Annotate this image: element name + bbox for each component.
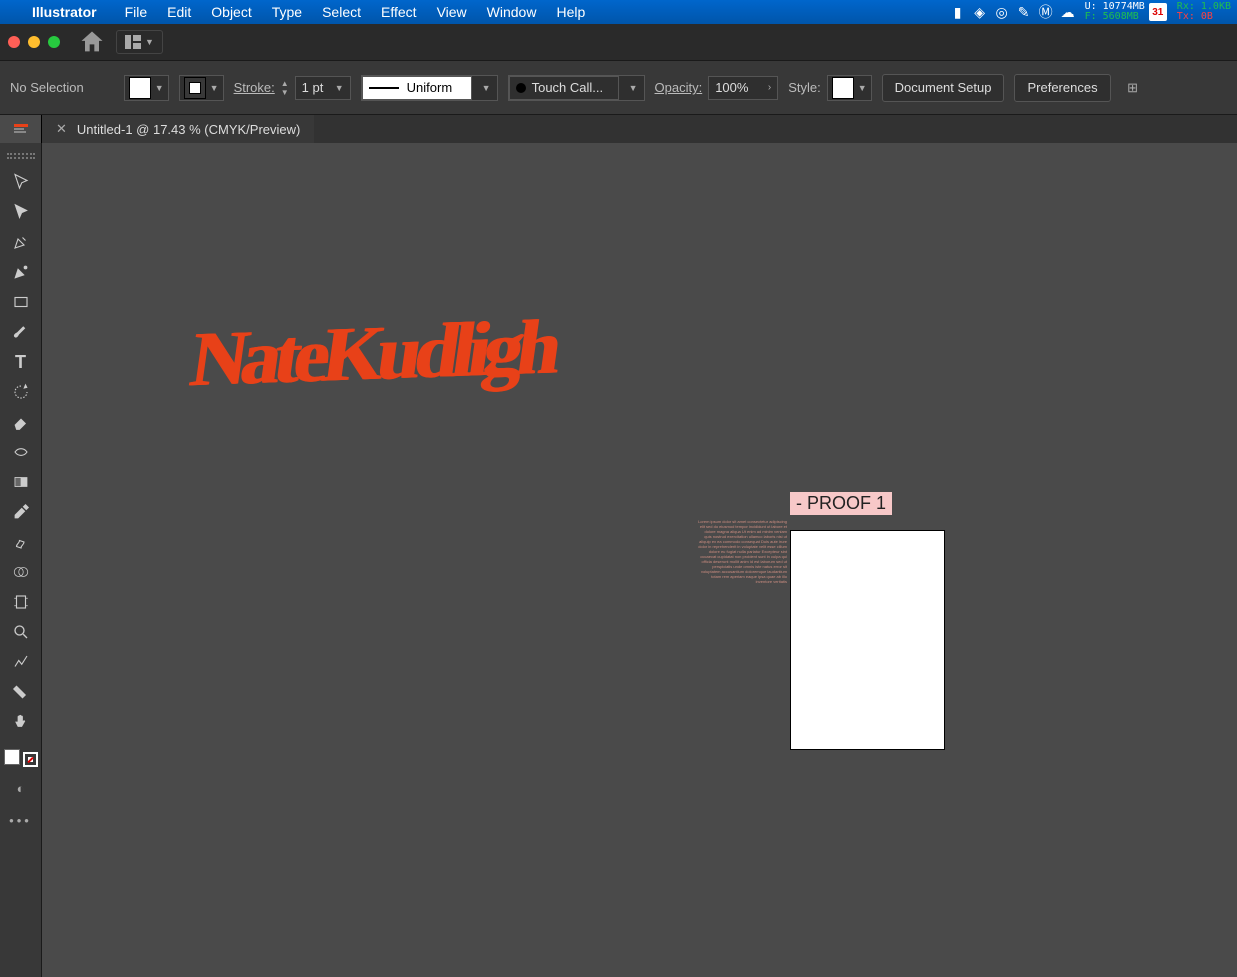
selection-status: No Selection bbox=[10, 80, 84, 95]
opacity-value: 100% bbox=[715, 80, 748, 95]
gradient-tool[interactable] bbox=[6, 469, 36, 495]
chevron-down-icon: ▼ bbox=[145, 37, 154, 47]
menu-edit[interactable]: Edit bbox=[157, 4, 201, 20]
symbol-sprayer-tool[interactable] bbox=[6, 529, 36, 555]
document-tab[interactable]: ✕ Untitled-1 @ 17.43 % (CMYK/Preview) bbox=[42, 115, 314, 143]
menu-select[interactable]: Select bbox=[312, 4, 371, 20]
style-swatch-icon bbox=[832, 77, 854, 99]
graphic-style-dropdown[interactable]: ▼ bbox=[827, 75, 872, 101]
direct-selection-tool[interactable] bbox=[6, 199, 36, 225]
graph-tool[interactable] bbox=[6, 649, 36, 675]
curvature-tool[interactable] bbox=[6, 259, 36, 285]
align-pixel-icon[interactable]: ⊞ bbox=[1121, 76, 1145, 100]
type-tool[interactable]: T bbox=[6, 349, 36, 375]
toolbox-grip[interactable] bbox=[7, 153, 35, 159]
overflow-text-block[interactable]: Lorem ipsum dolor sit amet consectetur a… bbox=[697, 519, 787, 584]
menu-object[interactable]: Object bbox=[201, 4, 261, 20]
window-titlebar: ▼ bbox=[0, 24, 1237, 60]
eraser-tool[interactable] bbox=[6, 409, 36, 435]
fill-color-icon[interactable] bbox=[4, 749, 20, 765]
document-setup-button[interactable]: Document Setup bbox=[882, 74, 1005, 102]
traffic-lights bbox=[8, 36, 60, 48]
draw-mode-icon[interactable]: ◐ bbox=[6, 777, 36, 799]
zoom-tool[interactable] bbox=[6, 619, 36, 645]
mem-free: F: 5608MB bbox=[1085, 12, 1145, 22]
ruler-origin[interactable] bbox=[0, 115, 42, 143]
net-stats: Rx: 1.0KB Tx: 0B bbox=[1177, 2, 1231, 22]
document-tabs: ✕ Untitled-1 @ 17.43 % (CMYK/Preview) bbox=[0, 115, 1237, 143]
opacity-field[interactable]: 100%› bbox=[708, 76, 778, 100]
artboard-label[interactable]: - PROOF 1 bbox=[790, 492, 892, 515]
artboard-tool[interactable] bbox=[6, 589, 36, 615]
menu-file[interactable]: File bbox=[115, 4, 158, 20]
sync-icon[interactable]: ◈ bbox=[969, 4, 991, 21]
calendar-date-icon[interactable]: 31 bbox=[1149, 3, 1167, 21]
brush-dot-icon bbox=[516, 83, 526, 93]
stroke-stepper-down[interactable]: ▼ bbox=[281, 88, 289, 97]
opacity-label[interactable]: Opacity: bbox=[655, 80, 703, 95]
close-tab-icon[interactable]: ✕ bbox=[56, 121, 67, 137]
width-tool[interactable] bbox=[6, 439, 36, 465]
menu-view[interactable]: View bbox=[427, 4, 477, 20]
memory-stats: U: 10774MB F: 5608MB bbox=[1085, 2, 1145, 22]
mac-menubar: Illustrator File Edit Object Type Select… bbox=[0, 0, 1237, 24]
stroke-swatch-icon bbox=[184, 77, 206, 99]
stroke-weight-value: 1 pt bbox=[302, 80, 324, 95]
preferences-button[interactable]: Preferences bbox=[1014, 74, 1110, 102]
rotate-tool[interactable] bbox=[6, 379, 36, 405]
profile-label: Uniform bbox=[407, 80, 453, 95]
brush-dropdown[interactable]: Touch Call...▼ bbox=[508, 75, 645, 101]
tx-value: 0B bbox=[1201, 11, 1213, 22]
canvas-area[interactable]: NateKudligh - PROOF 1 Lorem ipsum dolor … bbox=[42, 143, 1237, 977]
shape-builder-tool[interactable] bbox=[6, 559, 36, 585]
feather-icon[interactable]: ✎ bbox=[1013, 4, 1035, 21]
stroke-label[interactable]: Stroke: bbox=[234, 80, 275, 95]
status-icon-1[interactable]: ▮ bbox=[947, 4, 969, 21]
stroke-profile-dropdown[interactable]: Uniform▼ bbox=[361, 75, 498, 101]
menu-help[interactable]: Help bbox=[546, 4, 595, 20]
menu-type[interactable]: Type bbox=[262, 4, 312, 20]
home-button[interactable] bbox=[78, 30, 106, 54]
control-bar: No Selection ▼ ▼ Stroke: ▲▼ 1 pt▼ Unifor… bbox=[0, 60, 1237, 115]
minimize-window-icon[interactable] bbox=[28, 36, 40, 48]
zoom-window-icon[interactable] bbox=[48, 36, 60, 48]
slice-tool[interactable] bbox=[6, 679, 36, 705]
fill-stroke-indicator[interactable] bbox=[4, 749, 38, 767]
menu-effect[interactable]: Effect bbox=[371, 4, 427, 20]
cloud-icon[interactable]: ☁ bbox=[1057, 4, 1079, 21]
fill-swatch-icon bbox=[129, 77, 151, 99]
app-name-menu[interactable]: Illustrator bbox=[22, 4, 107, 20]
toolbox-more-icon[interactable]: ••• bbox=[9, 813, 32, 828]
fill-swatch-dropdown[interactable]: ▼ bbox=[124, 75, 169, 101]
document-tab-title: Untitled-1 @ 17.43 % (CMYK/Preview) bbox=[77, 122, 300, 137]
selection-tool[interactable] bbox=[6, 169, 36, 195]
m-icon[interactable]: Ⓜ bbox=[1035, 2, 1057, 22]
pen-tool[interactable] bbox=[6, 229, 36, 255]
paintbrush-tool[interactable] bbox=[6, 319, 36, 345]
workspace-switcher[interactable]: ▼ bbox=[116, 30, 163, 54]
tx-label: Tx: bbox=[1177, 11, 1195, 22]
style-label: Style: bbox=[788, 80, 821, 95]
stroke-color-icon[interactable] bbox=[23, 752, 38, 767]
artwork-graffiti-text[interactable]: NateKudligh bbox=[186, 302, 562, 405]
stroke-weight-field[interactable]: 1 pt▼ bbox=[295, 76, 351, 100]
cc-icon[interactable]: ◎ bbox=[991, 4, 1013, 21]
menu-window[interactable]: Window bbox=[477, 4, 547, 20]
hand-tool[interactable] bbox=[6, 709, 36, 735]
eyedropper-tool[interactable] bbox=[6, 499, 36, 525]
stroke-stepper-up[interactable]: ▲ bbox=[281, 79, 289, 88]
stroke-swatch-dropdown[interactable]: ▼ bbox=[179, 75, 224, 101]
close-window-icon[interactable] bbox=[8, 36, 20, 48]
toolbox: T ◐ ••• bbox=[0, 143, 42, 977]
rectangle-tool[interactable] bbox=[6, 289, 36, 315]
brush-label: Touch Call... bbox=[532, 80, 604, 95]
artboard-proof-1[interactable] bbox=[790, 530, 945, 750]
